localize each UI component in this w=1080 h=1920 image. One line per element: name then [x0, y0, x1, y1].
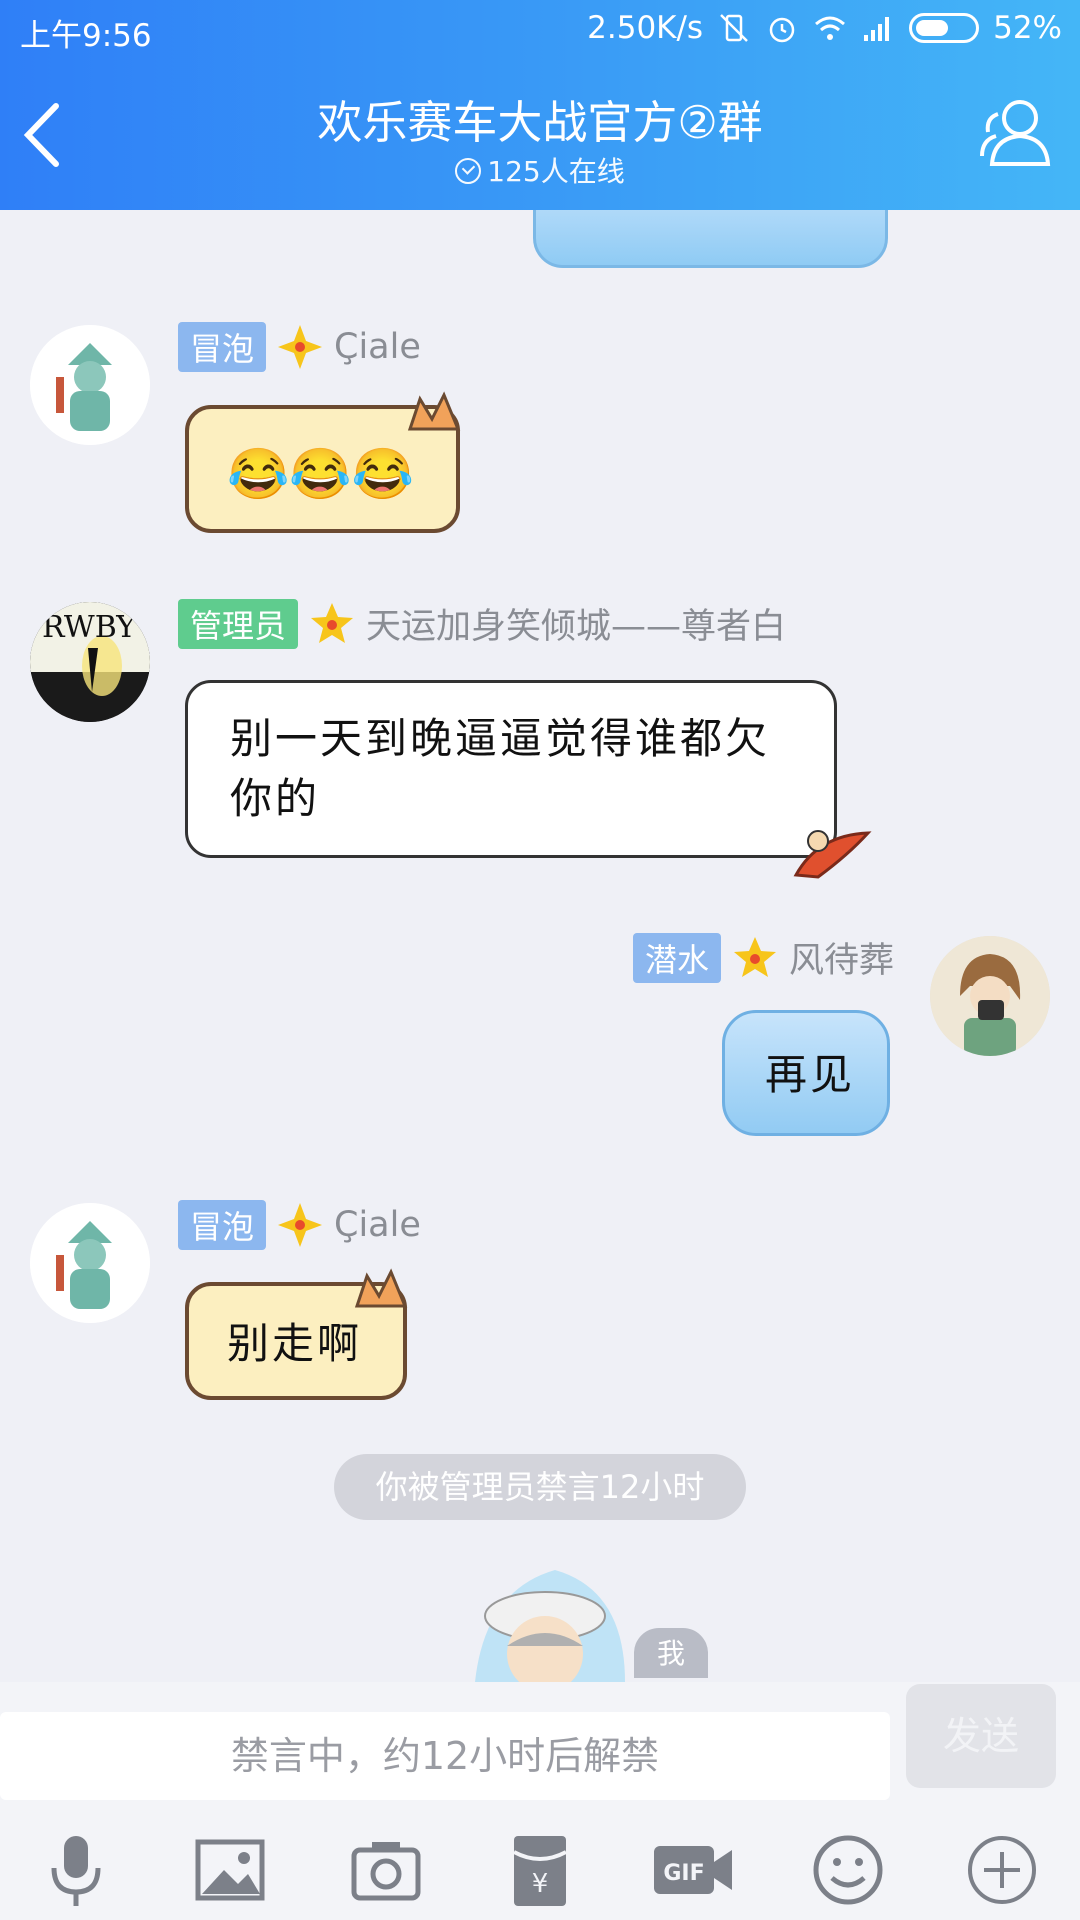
emoji-icon[interactable] — [808, 1830, 888, 1910]
sender-meta: 潜水 风待葬 — [633, 932, 894, 983]
network-speed: 2.50K/s — [587, 10, 704, 46]
emoji: 😂 — [289, 445, 352, 503]
sender-name[interactable]: Çiale — [334, 1205, 421, 1245]
emoji-row: 😂😂😂 — [227, 445, 414, 503]
emoji: 😂 — [227, 445, 290, 503]
message-bubble[interactable]: 再见 — [722, 1010, 890, 1136]
status-bar: 上午9:56 2.50K/s 52% — [0, 0, 1080, 60]
plus-icon[interactable] — [962, 1830, 1042, 1910]
online-check-icon — [455, 158, 482, 184]
cat-ears-decoration — [407, 391, 461, 431]
message-bubble[interactable]: 😂😂😂 — [185, 391, 461, 533]
sender-name[interactable]: 天运加身笑倾城——尊者白 — [366, 598, 786, 649]
input-toolbar: ¥ GIF — [0, 1822, 1080, 1920]
cat-ears-decoration — [354, 1268, 408, 1308]
level-badge: 冒泡 — [178, 1200, 267, 1250]
group-members-icon[interactable] — [976, 96, 1056, 170]
status-time: 上午9:56 — [20, 18, 152, 54]
message-bubble[interactable]: 别一天到晚逼逼觉得谁都欠你的 — [185, 680, 872, 879]
diamond-star-icon — [278, 325, 323, 369]
status-icons: 2.50K/s 52% — [587, 10, 1062, 46]
battery-percent: 52% — [993, 10, 1062, 46]
me-label: 我 — [634, 1628, 708, 1678]
message-text: 别一天到晚逼逼觉得谁都欠你的 — [230, 714, 771, 823]
emoji: 😂 — [351, 445, 414, 503]
message-bubble-partial[interactable] — [533, 210, 888, 268]
my-avatar-image[interactable] — [455, 1550, 645, 1682]
avatar-rwby-text: RWBY — [42, 610, 137, 645]
avatar[interactable] — [30, 325, 150, 445]
star-icon — [734, 936, 777, 977]
sender-meta: 管理员 天运加身笑倾城——尊者白 — [178, 598, 786, 649]
online-text: 125人在线 — [487, 155, 625, 188]
microphone-icon[interactable] — [36, 1830, 116, 1910]
message-input[interactable]: 禁言中，约12小时后解禁 — [0, 1712, 890, 1800]
image-icon[interactable] — [190, 1830, 270, 1910]
message-list[interactable]: 冒泡 Çiale 😂😂😂 RWBY 管理员 天运加身笑倾城——尊者白 别一天到晚… — [0, 210, 1080, 1682]
admin-badge: 管理员 — [178, 598, 299, 649]
message-bubble[interactable]: 别走啊 — [185, 1268, 408, 1400]
alarm-icon — [769, 17, 795, 43]
avatar[interactable] — [30, 1203, 150, 1323]
avatar[interactable]: RWBY — [30, 602, 150, 722]
sender-meta: 冒泡 Çiale — [178, 322, 421, 372]
camera-icon[interactable] — [346, 1830, 426, 1910]
wifi-icon — [815, 16, 846, 40]
system-notice: 你被管理员禁言12小时 — [334, 1454, 746, 1520]
level-badge: 潜水 — [633, 932, 722, 983]
diamond-star-icon — [278, 1203, 323, 1247]
online-count: 125人在线 — [0, 150, 1080, 190]
sender-meta: 冒泡 Çiale — [178, 1200, 421, 1250]
sender-name[interactable]: Çiale — [334, 327, 421, 367]
avatar-statue-image — [30, 1203, 150, 1323]
avatar-anime-image — [930, 936, 1050, 1056]
message-text: 别走啊 — [227, 1319, 363, 1368]
message-text: 再见 — [765, 1050, 856, 1099]
svg-text:¥: ¥ — [532, 1869, 549, 1899]
svg-text:GIF: GIF — [663, 1861, 704, 1886]
input-area: 禁言中，约12小时后解禁 发送 ¥ GIF — [0, 1682, 1080, 1920]
signal-icon — [864, 17, 890, 41]
vibrate-off-icon — [720, 14, 748, 42]
level-badge: 冒泡 — [178, 322, 267, 372]
shrimp-decoration — [793, 830, 872, 879]
chat-header: 上午9:56 2.50K/s 52% 欢乐赛车大战官方②群 125人在线 — [0, 0, 1080, 210]
avatar[interactable] — [930, 936, 1050, 1056]
gif-icon[interactable]: GIF — [650, 1830, 736, 1910]
avatar-statue-image — [30, 325, 150, 445]
battery-icon — [909, 13, 980, 43]
red-packet-icon[interactable]: ¥ — [500, 1830, 580, 1910]
send-button[interactable]: 发送 — [906, 1684, 1056, 1788]
group-title: 欢乐赛车大战官方②群 — [317, 96, 763, 149]
star-icon — [311, 602, 354, 643]
sender-name[interactable]: 风待葬 — [789, 932, 894, 983]
